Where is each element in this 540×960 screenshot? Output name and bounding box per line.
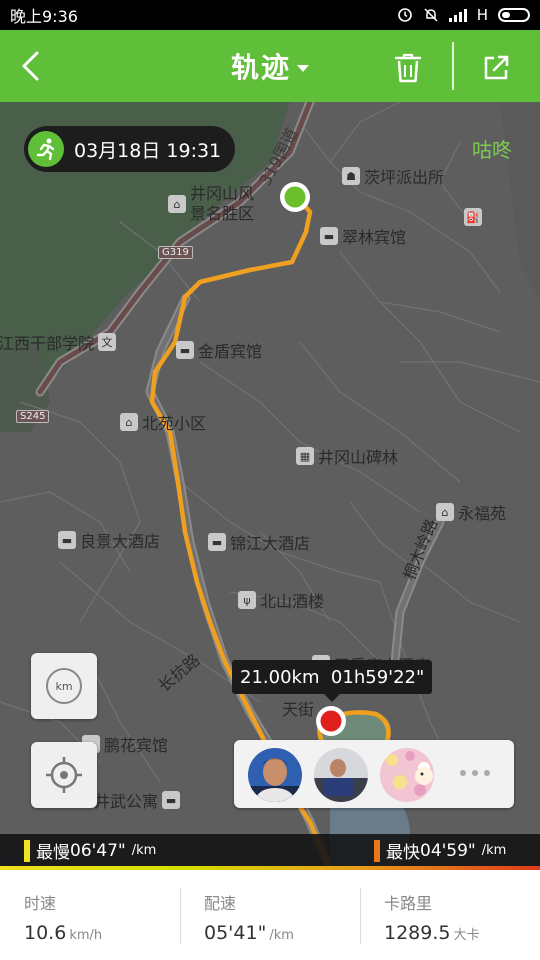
stat-pace: 配速 05'41"/km bbox=[180, 870, 360, 960]
page-title: 轨迹 bbox=[230, 51, 291, 84]
stat-speed: 时速 10.6 km/h bbox=[24, 894, 103, 944]
map-label-monument: ▦ 井冈山碑林 bbox=[296, 444, 398, 468]
more-friends-button[interactable] bbox=[460, 770, 490, 776]
road-sign-g319: G319 bbox=[158, 246, 193, 259]
scenic-icon: ⌂ bbox=[168, 195, 186, 213]
run-date: 03月18日 19:31 bbox=[74, 139, 222, 162]
back-button[interactable] bbox=[12, 46, 48, 86]
map-label-tianjie: 天街 bbox=[282, 700, 315, 719]
friend-avatar-1[interactable] bbox=[248, 748, 302, 802]
locate-button[interactable] bbox=[31, 742, 97, 808]
header-divider bbox=[452, 42, 454, 90]
run-stats: 时速 10.6 km/h 配速 05'41"/km 卡路里 1289.5 大卡 bbox=[0, 870, 540, 960]
residential-icon: ⌂ bbox=[436, 503, 454, 521]
hotel-icon: ▬ bbox=[208, 533, 226, 551]
km-icon: km bbox=[46, 668, 82, 704]
track-map[interactable]: ⌂ 井冈山风 景名胜区 ☗ 茨坪派出所 ⛽ ▬ 翠林宾馆 江西干部学院 文 ▬ … bbox=[0, 102, 540, 870]
school-icon: 文 bbox=[98, 333, 117, 351]
scenic-icon: ▦ bbox=[296, 447, 314, 465]
police-icon: ☗ bbox=[342, 167, 360, 185]
fastest-pace: 最快 04'59" /km bbox=[374, 838, 506, 863]
trash-icon bbox=[394, 53, 422, 83]
map-label-jinjiang: ▬ 锦江大酒店 bbox=[208, 530, 310, 554]
avatar-cartoon-pink bbox=[380, 748, 434, 802]
network-type: H bbox=[476, 6, 488, 24]
map-label-jindun: ▬ 金盾宾馆 bbox=[176, 338, 262, 362]
hotel-icon: ▬ bbox=[320, 227, 338, 245]
silent-icon bbox=[423, 7, 439, 23]
road-sign-s245: S245 bbox=[16, 410, 50, 423]
stat-calories: 卡路里 1289.5 大卡 bbox=[360, 870, 540, 960]
residential-icon: ⌂ bbox=[120, 413, 138, 431]
avatar-man-car bbox=[314, 748, 368, 802]
friends-panel bbox=[234, 740, 514, 808]
running-man-icon bbox=[28, 131, 64, 167]
share-button[interactable] bbox=[476, 48, 516, 88]
map-label-yongfu: ⌂ 永福苑 bbox=[436, 500, 506, 524]
battery-icon bbox=[498, 8, 530, 22]
map-label-cuilin: ▬ 翠林宾馆 bbox=[320, 224, 406, 248]
title-dropdown[interactable]: 轨迹 bbox=[200, 48, 340, 84]
pace-bar: 最慢 06'47" /km 最快 04'59" /km bbox=[0, 834, 540, 866]
status-bar: 晚上9:36 H bbox=[0, 0, 540, 30]
distance-marker-toggle[interactable]: km bbox=[31, 653, 97, 719]
friend-avatar-2[interactable] bbox=[314, 748, 368, 802]
status-icons: H bbox=[397, 6, 530, 24]
map-label-beiyuan: ⌂ 北苑小区 bbox=[120, 410, 206, 434]
slow-pace-marker bbox=[24, 839, 30, 862]
map-label-police: ☗ 茨坪派出所 bbox=[342, 164, 444, 188]
hotel-icon: ▬ bbox=[58, 531, 76, 549]
start-marker bbox=[280, 182, 310, 212]
caret-down-icon bbox=[297, 64, 309, 72]
map-label-beishan: ψ 北山酒楼 bbox=[238, 588, 324, 612]
track-summary-label: 21.00km 01h59'22" bbox=[232, 660, 433, 702]
slowest-pace: 最慢 06'47" /km bbox=[24, 838, 156, 863]
fast-pace-marker bbox=[374, 839, 380, 862]
avatar-man-red bbox=[248, 748, 302, 802]
map-label-jingwu: 井武公寓 ▬ bbox=[94, 788, 181, 812]
app-header: 轨迹 bbox=[0, 30, 540, 102]
crosshair-icon bbox=[46, 757, 82, 793]
end-marker bbox=[316, 706, 346, 736]
run-date-chip: 03月18日 19:31 bbox=[24, 126, 236, 172]
map-label-liangjing: ▬ 良景大酒店 bbox=[58, 528, 160, 552]
friend-avatar-3[interactable] bbox=[380, 748, 434, 802]
map-label-cadre: 江西干部学院 文 bbox=[0, 330, 117, 354]
hotel-icon: ▬ bbox=[176, 341, 194, 359]
signal-icon bbox=[448, 8, 467, 22]
restaurant-icon: ψ bbox=[238, 591, 256, 609]
gas-station-icon: ⛽ bbox=[464, 208, 482, 226]
hotel-icon: ▬ bbox=[162, 791, 181, 809]
brand-watermark: 咕咚 bbox=[472, 138, 512, 162]
status-time: 晚上9:36 bbox=[10, 7, 78, 26]
alarm-icon bbox=[397, 7, 413, 23]
share-icon bbox=[484, 55, 509, 80]
map-label-scenic: ⌂ 井冈山风 景名胜区 bbox=[168, 184, 254, 224]
delete-button[interactable] bbox=[388, 48, 428, 88]
back-icon bbox=[22, 51, 39, 81]
